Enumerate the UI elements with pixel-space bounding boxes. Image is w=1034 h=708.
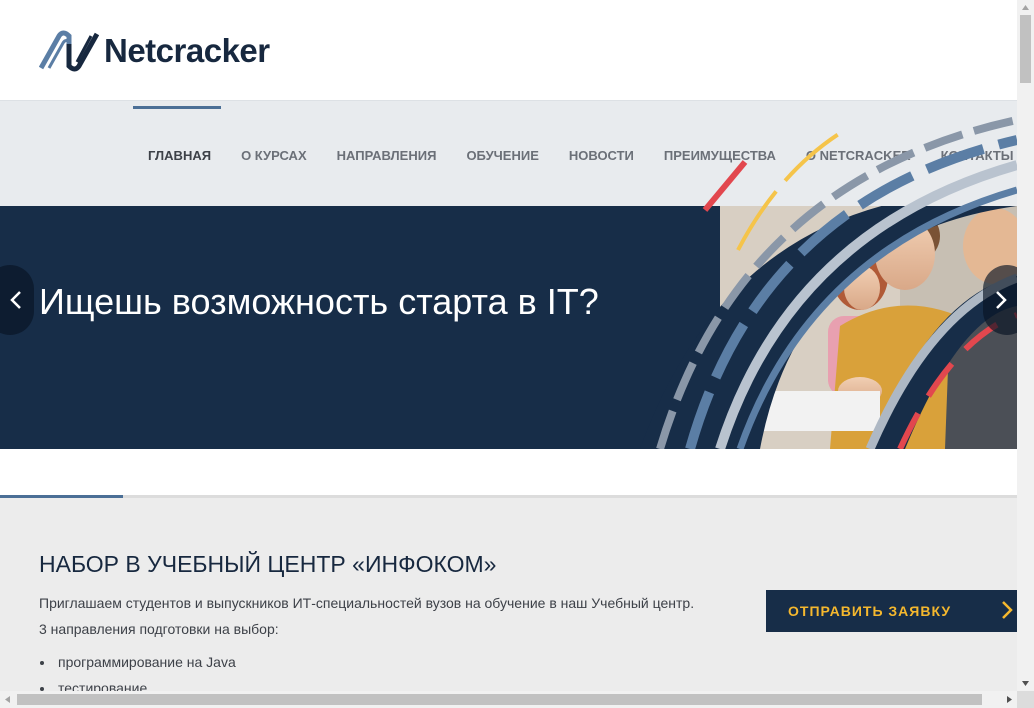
section-title: НАБОР В УЧЕБНЫЙ ЦЕНТР «ИНФОКОМ» <box>39 551 497 577</box>
scroll-right-icon[interactable] <box>1002 691 1017 708</box>
scroll-left-icon[interactable] <box>0 691 15 708</box>
page: Netcracker ГЛАВНАЯ О КУРСАХ НАПРАВЛЕНИЯ … <box>0 0 1017 691</box>
spacer <box>0 449 1017 495</box>
netcracker-logo-icon <box>39 30 99 72</box>
vertical-scroll-thumb[interactable] <box>1020 15 1031 83</box>
slider-next-button[interactable] <box>983 265 1017 335</box>
horizontal-scroll-thumb[interactable] <box>17 694 982 705</box>
list-item: тестирование <box>39 680 236 691</box>
scroll-down-icon[interactable] <box>1017 676 1034 691</box>
section-intro: Приглашаем студентов и выпускников ИТ-сп… <box>39 595 695 611</box>
nav-item-about-netcracker[interactable]: О NETCRACKER <box>806 148 911 163</box>
main-nav: ГЛАВНАЯ О КУРСАХ НАПРАВЛЕНИЯ ОБУЧЕНИЕ НО… <box>148 148 1014 163</box>
nav-item-advantages[interactable]: ПРЕИМУЩЕСТВА <box>664 148 776 163</box>
directions-list: программирование на Java тестирование <box>39 654 236 691</box>
logo-bar: Netcracker <box>0 0 1017 100</box>
submit-application-button[interactable]: ОТПРАВИТЬ ЗАЯВКУ <box>766 590 1017 632</box>
section-accent-line <box>0 495 123 498</box>
nav-item-directions[interactable]: НАПРАВЛЕНИЯ <box>337 148 437 163</box>
horizontal-scrollbar[interactable] <box>0 691 1017 708</box>
nav-item-news[interactable]: НОВОСТИ <box>569 148 634 163</box>
hero-title: Ищешь возможность старта в IT? <box>39 281 599 322</box>
list-item: программирование на Java <box>39 654 236 680</box>
cta-label: ОТПРАВИТЬ ЗАЯВКУ <box>788 603 952 619</box>
scroll-up-icon[interactable] <box>1017 0 1034 15</box>
brand-name: Netcracker <box>104 32 270 69</box>
nav-active-indicator <box>133 106 221 109</box>
nav-bar: ГЛАВНАЯ О КУРСАХ НАПРАВЛЕНИЯ ОБУЧЕНИЕ НО… <box>0 100 1017 207</box>
logo-link[interactable]: Netcracker <box>39 30 270 72</box>
vertical-scrollbar[interactable] <box>1017 0 1034 691</box>
scrollbar-corner <box>1017 691 1034 708</box>
nav-item-contacts[interactable]: КОНТАКТЫ <box>941 148 1014 163</box>
chevron-right-icon <box>1002 601 1013 619</box>
hero-slider: Ищешь возможность старта в IT? <box>0 206 1017 449</box>
chevron-left-icon <box>10 291 21 309</box>
slider-prev-button[interactable] <box>0 265 34 335</box>
chevron-right-icon <box>996 291 1007 309</box>
hero-photo <box>640 206 1017 449</box>
nav-item-home[interactable]: ГЛАВНАЯ <box>148 148 211 163</box>
section-subtitle: 3 направления подготовки на выбор: <box>39 621 279 637</box>
nav-item-about-courses[interactable]: О КУРСАХ <box>241 148 307 163</box>
recruitment-section: НАБОР В УЧЕБНЫЙ ЦЕНТР «ИНФОКОМ» Приглаша… <box>0 495 1017 691</box>
nav-item-training[interactable]: ОБУЧЕНИЕ <box>466 148 538 163</box>
